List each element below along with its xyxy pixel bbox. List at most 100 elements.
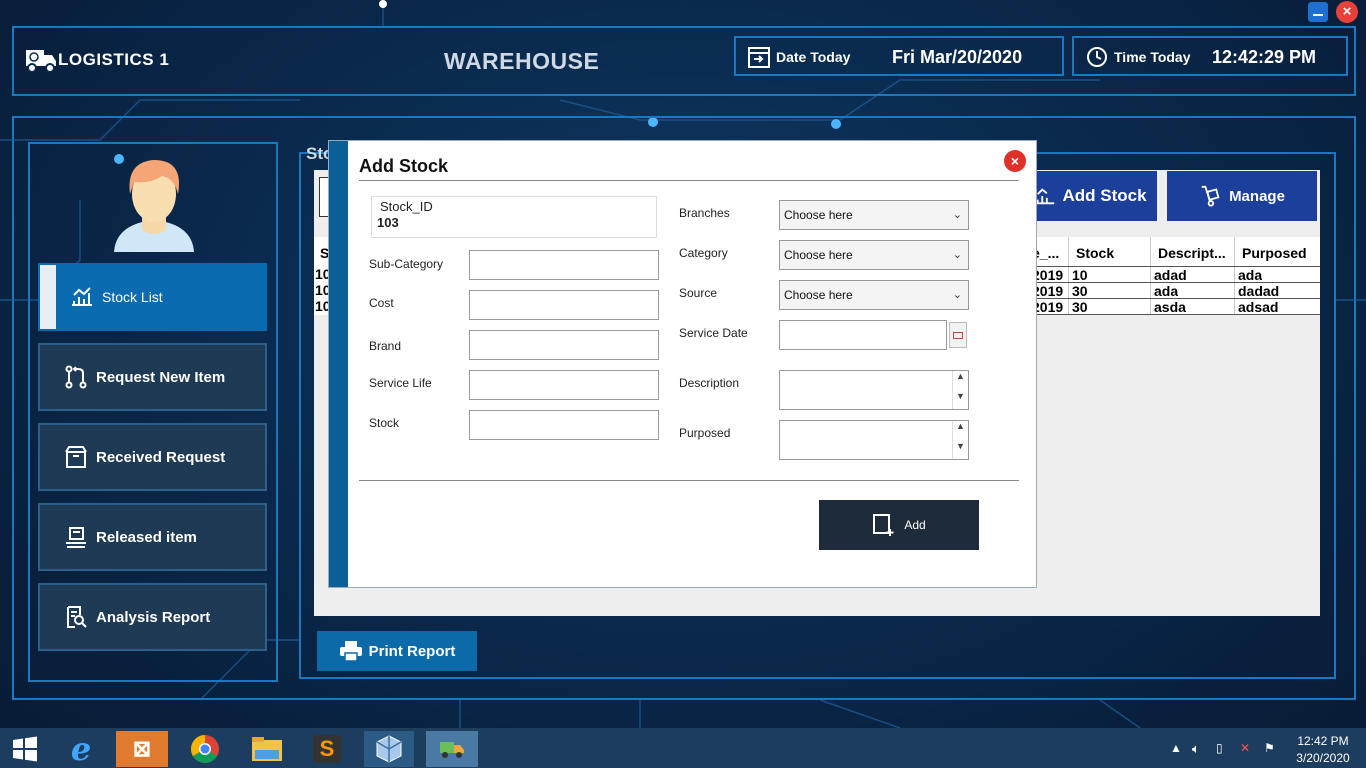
divider — [359, 480, 1019, 481]
stock-label: Stock — [369, 416, 400, 430]
table-cell[interactable]: adad — [1154, 267, 1187, 283]
sidebar-item-stock-list[interactable]: Stock List — [38, 263, 267, 331]
sidebar-item-label: Request New Item — [96, 368, 226, 386]
column-header[interactable]: Stock — [1076, 245, 1114, 261]
sidebar-item-label: Released item — [96, 528, 197, 546]
chevron-down-icon: ⌄ — [952, 249, 962, 261]
sidebar-item-label: Stock List — [102, 289, 163, 305]
file-explorer-icon[interactable] — [242, 731, 292, 767]
sidebar-item-label: Received Request — [96, 448, 226, 466]
manage-label: Manage — [1229, 187, 1285, 205]
sidebar-item-released-item[interactable]: Released item — [38, 503, 267, 571]
minimize-button[interactable] — [1308, 2, 1328, 22]
sidebar-item-label: Analysis Report — [96, 608, 211, 626]
column-header[interactable]: Descript... — [1158, 245, 1234, 261]
print-report-label: Print Report — [368, 642, 456, 660]
date-label: Date Today — [776, 49, 851, 65]
table-cell[interactable]: ada — [1238, 267, 1262, 283]
calendar-picker-icon[interactable] — [949, 322, 967, 348]
divider — [359, 180, 1019, 181]
branches-select[interactable]: Choose here ⌄ — [779, 200, 969, 230]
box-icon — [65, 446, 87, 468]
volume-icon[interactable]: 🔈︎ — [1192, 741, 1200, 757]
brand-input[interactable] — [469, 330, 659, 360]
clock-icon — [1087, 47, 1107, 67]
printer-icon — [339, 641, 362, 662]
purposed-textarea[interactable]: ▲ ▼ — [779, 420, 969, 460]
close-window-button[interactable]: × — [1336, 1, 1358, 23]
dialog-close-icon[interactable]: × — [1004, 150, 1026, 172]
add-button[interactable]: Add — [819, 500, 979, 550]
table-cell[interactable]: 30 — [1072, 299, 1088, 315]
category-label: Category — [679, 246, 728, 260]
request-icon — [65, 365, 87, 389]
network-icon[interactable]: ✕ — [1240, 741, 1250, 755]
purposed-label: Purposed — [679, 426, 731, 440]
stock-id-label: Stock_ID — [380, 199, 433, 214]
service-life-label: Service Life — [369, 376, 432, 390]
scrollbar[interactable]: ▲ ▼ — [952, 421, 968, 459]
page-title: WAREHOUSE — [444, 48, 600, 74]
dialog-stripe — [329, 141, 348, 587]
logistics-app-icon[interactable] — [426, 731, 478, 767]
column-header[interactable]: Purposed — [1242, 245, 1307, 261]
stock-input[interactable] — [469, 410, 659, 440]
app-title: LOGISTICS 1 — [58, 50, 170, 69]
service-date-input[interactable] — [779, 320, 947, 350]
stock-table: e_... Stock Descript... Purposed 2019 10… — [1032, 237, 1320, 315]
sidebar-item-analysis-report[interactable]: Analysis Report — [38, 583, 267, 651]
scrollbar[interactable]: ▲ ▼ — [952, 371, 968, 409]
sidebar-item-received-request[interactable]: Received Request — [38, 423, 267, 491]
source-select[interactable]: Choose here ⌄ — [779, 280, 969, 310]
add-stock-dialog: Add Stock × Stock_ID 103 Sub-Category Co… — [328, 140, 1037, 588]
table-cell[interactable]: dadad — [1238, 283, 1279, 299]
active-indicator — [40, 265, 56, 329]
windows-start-icon[interactable] — [0, 731, 50, 767]
sub-category-label: Sub-Category — [369, 257, 444, 271]
print-report-button[interactable]: Print Report — [317, 631, 477, 671]
clock-time: 12:42 PM — [1297, 734, 1349, 748]
table-cell[interactable]: adsad — [1238, 299, 1278, 315]
virtualbox-icon[interactable] — [364, 731, 414, 767]
stock-id-box: Stock_ID 103 — [371, 196, 657, 238]
stock-id-value: 103 — [377, 215, 399, 230]
description-textarea[interactable]: ▲ ▼ — [779, 370, 969, 410]
add-stock-button[interactable]: Add Stock — [1024, 171, 1157, 221]
service-life-input[interactable] — [469, 370, 659, 400]
add-stock-label: Add Stock — [1062, 186, 1147, 205]
user-avatar — [112, 154, 196, 254]
xampp-icon[interactable]: ⊠ — [116, 731, 168, 767]
branches-label: Branches — [679, 206, 730, 220]
action-center-icon[interactable]: ⚑ — [1264, 741, 1275, 755]
battery-icon[interactable]: ▯ — [1216, 741, 1223, 755]
table-cell[interactable]: asda — [1154, 299, 1186, 315]
add-button-label: Add — [904, 518, 926, 532]
table-cell[interactable]: 30 — [1072, 283, 1088, 299]
taskbar-clock[interactable]: 12:42 PM 3/20/2020 — [1290, 733, 1356, 767]
sublime-text-icon[interactable]: S — [302, 731, 352, 767]
table-cell[interactable]: 10 — [1072, 267, 1088, 283]
table-cell[interactable]: ada — [1154, 283, 1178, 299]
column-header[interactable]: e_... — [1032, 245, 1066, 261]
truck-logo-icon — [24, 46, 58, 76]
source-label: Source — [679, 286, 718, 300]
time-label: Time Today — [1114, 49, 1191, 65]
sub-category-input[interactable] — [469, 250, 659, 280]
description-label: Description — [679, 376, 740, 390]
calendar-icon — [748, 47, 770, 68]
clock-date: 3/20/2020 — [1296, 751, 1350, 765]
service-date-label: Service Date — [679, 326, 748, 340]
date-value: Fri Mar/20/2020 — [892, 47, 1023, 67]
hand-truck-icon — [1201, 185, 1220, 207]
manage-button[interactable]: Manage — [1167, 171, 1317, 221]
internet-explorer-icon[interactable]: e — [56, 730, 106, 768]
stock-list-icon — [1036, 188, 1055, 205]
show-hidden-icons[interactable]: ▲ — [1170, 741, 1182, 755]
category-select[interactable]: Choose here ⌄ — [779, 240, 969, 270]
chrome-icon[interactable] — [180, 731, 230, 767]
chevron-down-icon: ⌄ — [952, 289, 962, 301]
cost-input[interactable] — [469, 290, 659, 320]
sidebar-item-request-new-item[interactable]: Request New Item — [38, 343, 267, 411]
date-display: Date Today Fri Mar/20/2020 — [734, 36, 1064, 76]
time-value: 12:42:29 PM — [1212, 47, 1317, 67]
